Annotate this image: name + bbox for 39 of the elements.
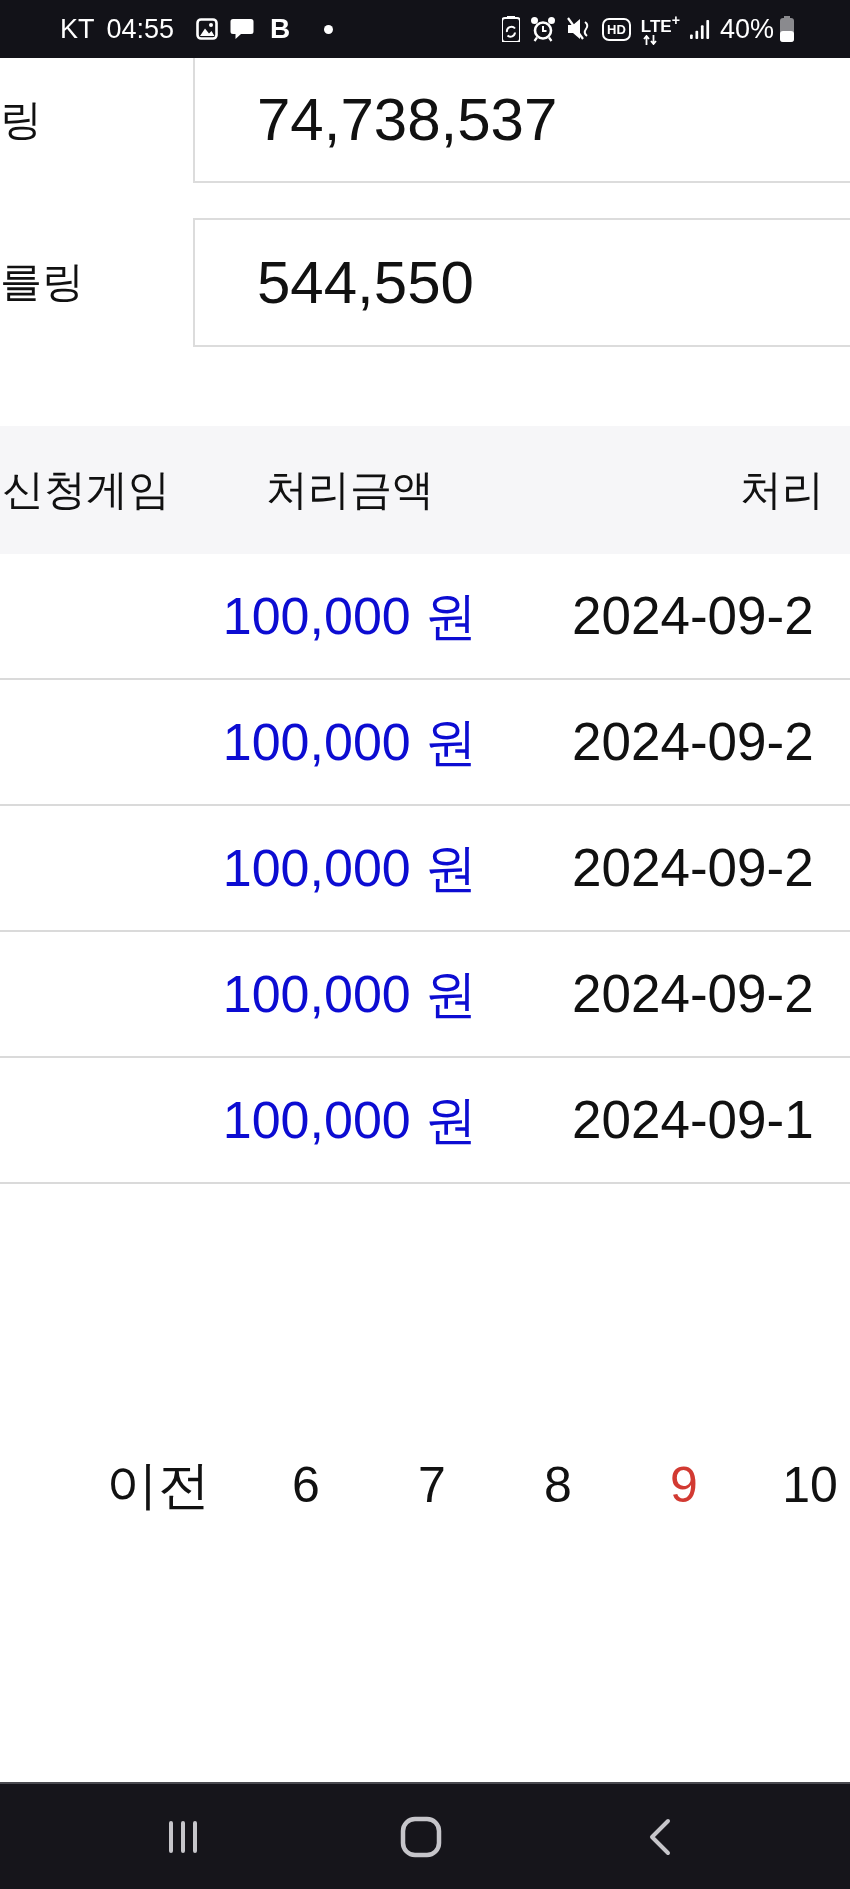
image-icon: [196, 18, 219, 40]
home-icon[interactable]: [400, 1815, 442, 1858]
stat-label: 링: [0, 95, 42, 146]
alarm-clock-icon: [530, 16, 557, 42]
column-header: 처리: [740, 464, 824, 515]
date-cell-text: 2024-09-2: [572, 585, 814, 648]
page-number-button[interactable]: 7: [402, 1455, 462, 1516]
page-number-button[interactable]: 6: [276, 1455, 336, 1516]
page-number-button[interactable]: 8: [528, 1455, 588, 1516]
battery-saver-icon: [502, 16, 521, 42]
battery-percent: 40%: [719, 15, 774, 43]
network-type-label: LTE$^{+}$: [640, 13, 680, 35]
carrier-label: KT: [60, 15, 95, 43]
column-header: 신청게임: [2, 464, 170, 515]
signal-bars-icon: [689, 18, 710, 40]
stat-label: 를링: [0, 257, 84, 308]
hd-badge: HD: [602, 17, 631, 41]
amount-cell-text: 100,000 원: [222, 1089, 478, 1151]
data-arrows-icon: [642, 34, 657, 45]
date-cell-text: 2024-09-2: [572, 963, 814, 1026]
previous-page-button[interactable]: 이전: [106, 1454, 210, 1517]
value-field: 74,738,537: [193, 58, 850, 183]
amount-cell-text: 100,000 원: [222, 963, 478, 1025]
battery-icon: [780, 16, 794, 42]
amount-cell-text: 100,000 원: [222, 585, 478, 647]
date-cell-text: 2024-09-2: [572, 837, 814, 900]
dot-icon: [324, 24, 334, 34]
date-cell-text: 2024-09-2: [572, 711, 814, 774]
app-notification-letter: B: [270, 15, 291, 43]
amount-cell-text: 100,000 원: [222, 837, 478, 899]
date-cell-text: 2024-09-1: [572, 1089, 814, 1152]
clock-time: 04:55: [106, 15, 175, 43]
chat-bubble-icon: [230, 18, 255, 40]
amount-cell-text: 100,000 원: [222, 711, 478, 773]
value-field: 544,550: [193, 218, 850, 347]
page-number-button[interactable]: 10: [780, 1455, 840, 1516]
page-number-button[interactable]: 9: [654, 1455, 714, 1516]
back-icon[interactable]: [648, 1817, 672, 1856]
column-header: 처리금액: [266, 464, 434, 515]
